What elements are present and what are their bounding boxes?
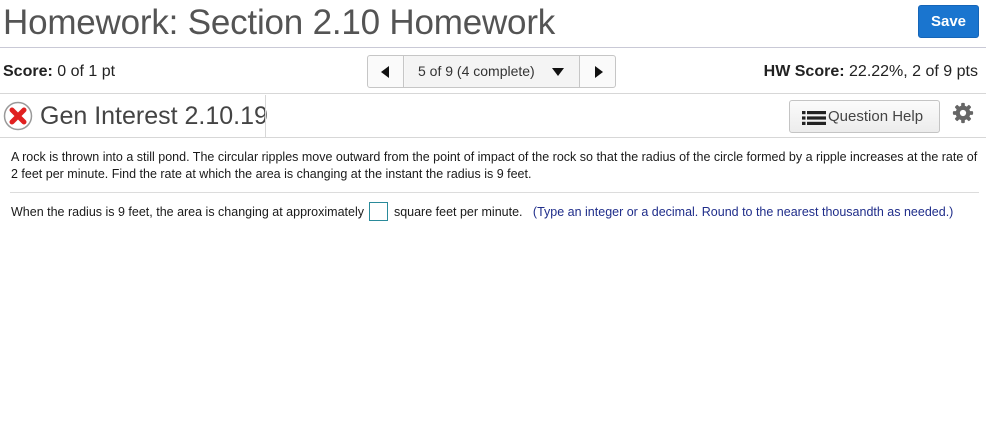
answer-line: When the radius is 9 feet, the area is c… bbox=[11, 201, 979, 222]
homework-page: Homework: Section 2.10 Homework Save Sco… bbox=[0, 0, 986, 432]
gear-icon[interactable] bbox=[952, 102, 974, 124]
content-divider bbox=[10, 192, 979, 193]
page-title: Homework: Section 2.10 Homework bbox=[3, 3, 556, 42]
answer-prefix: When the radius is 9 feet, the area is c… bbox=[11, 205, 364, 219]
hw-score-value: 22.22%, 2 of 9 pts bbox=[849, 63, 978, 80]
problem-statement: A rock is thrown into a still pond. The … bbox=[11, 150, 978, 181]
question-select-dropdown[interactable]: 5 of 9 (4 complete) bbox=[405, 56, 579, 87]
question-position: 5 of 9 (4 complete) bbox=[418, 63, 535, 79]
title-bar: Homework: Section 2.10 Homework Save bbox=[0, 0, 986, 48]
arrow-left-icon bbox=[381, 66, 389, 78]
previous-question-button[interactable] bbox=[368, 56, 404, 87]
hw-score: HW Score: 22.22%, 2 of 9 pts bbox=[764, 63, 978, 81]
hw-score-label: HW Score: bbox=[763, 63, 845, 80]
question-header: Gen Interest 2.10.19 Question Help bbox=[0, 95, 986, 138]
caret-down-icon bbox=[552, 68, 564, 76]
question-score: Score: 0 of 1 pt bbox=[3, 63, 115, 81]
header-divider bbox=[265, 95, 266, 137]
list-icon bbox=[802, 111, 826, 125]
arrow-right-icon bbox=[595, 66, 603, 78]
question-navigator: 5 of 9 (4 complete) bbox=[367, 55, 616, 88]
score-value: 0 of 1 pt bbox=[57, 63, 116, 80]
question-help-label: Question Help bbox=[828, 108, 924, 125]
incorrect-x-icon bbox=[3, 101, 33, 131]
answer-suffix: square feet per minute. bbox=[393, 205, 523, 219]
save-button[interactable]: Save bbox=[918, 5, 979, 38]
question-name: Gen Interest 2.10.19 bbox=[40, 102, 268, 130]
next-question-button[interactable] bbox=[579, 56, 615, 87]
answer-hint: (Type an integer or a decimal. Round to … bbox=[532, 205, 954, 219]
question-help-button[interactable]: Question Help bbox=[789, 100, 940, 133]
score-bar: Score: 0 of 1 pt 5 of 9 (4 complete) HW … bbox=[0, 49, 986, 94]
score-label: Score: bbox=[3, 63, 53, 80]
answer-input[interactable] bbox=[369, 201, 389, 221]
